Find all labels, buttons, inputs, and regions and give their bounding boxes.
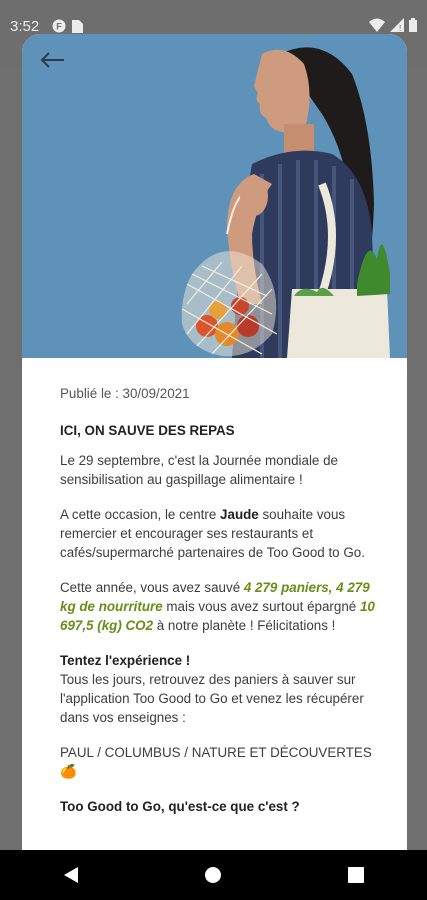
center-name: Jaude — [220, 507, 259, 522]
published-date: Publié le : 30/09/2021 — [60, 386, 190, 401]
navigation-bar — [0, 850, 427, 900]
status-time: 3:52 — [10, 18, 40, 35]
home-circle-icon — [205, 867, 222, 883]
article-title: ICI, ON SAUVE DES REPAS — [60, 423, 235, 438]
nav-back-button[interactable] — [41, 855, 101, 895]
try-title: Tentez l'expérience ! — [60, 653, 191, 668]
text-segment: Cette année, vous avez sauvé — [60, 580, 244, 595]
nav-recents-button[interactable] — [326, 855, 386, 895]
back-button[interactable] — [36, 44, 68, 76]
text-segment: mais vous avez surtout épargné — [162, 599, 360, 614]
text-segment: A cette occasion, le centre — [60, 507, 221, 522]
paragraph-occasion: A cette occasion, le centre Jaude souhai… — [60, 505, 375, 562]
svg-text:F: F — [56, 22, 62, 32]
arrow-left-icon — [40, 52, 64, 68]
section-subheading: Too Good to Go, qu'est-ce que c'est ? — [60, 799, 300, 814]
hero-image — [22, 34, 407, 358]
hero-illustration — [181, 47, 390, 358]
nav-home-button[interactable] — [183, 855, 243, 895]
svg-text:!: ! — [399, 24, 401, 32]
paragraph-intro: Le 29 septembre, c'est la Journée mondia… — [60, 453, 338, 487]
recents-square-icon — [347, 867, 364, 883]
back-triangle-icon — [64, 867, 79, 883]
battery-icon — [409, 18, 417, 37]
stores-list: PAUL / COLUMBUS / NATURE ET DÉCOUVERTES … — [60, 745, 372, 779]
article-content: Publié le : 30/09/2021 ICI, ON SAUVE DES… — [60, 384, 375, 827]
article-sheet: Publié le : 30/09/2021 ICI, ON SAUVE DES… — [22, 34, 407, 850]
text-segment: à notre planète ! Félicitations ! — [153, 618, 336, 633]
paragraph-try: Tentez l'expérience ! Tous les jours, ret… — [60, 651, 375, 727]
paragraph-stats: Cette année, vous avez sauvé 4 279 panie… — [60, 578, 375, 635]
try-body: Tous les jours, retrouvez des paniers à … — [60, 672, 364, 725]
